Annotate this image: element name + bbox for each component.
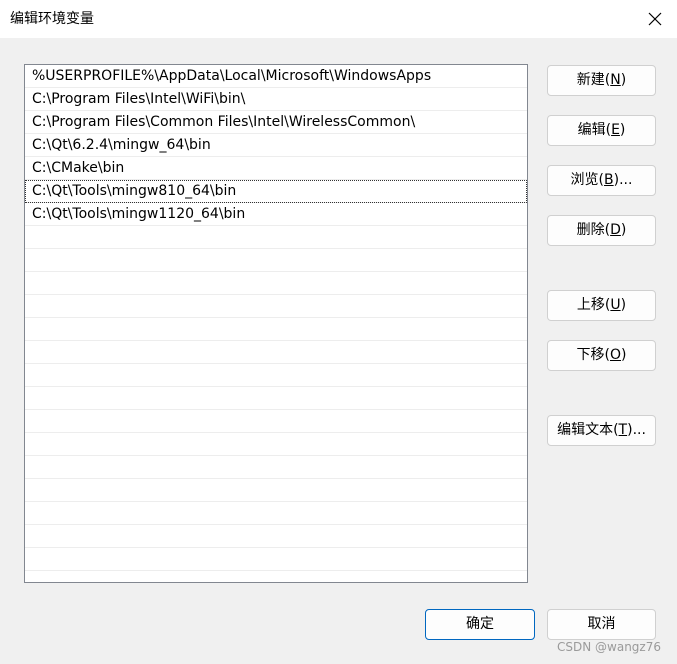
list-item[interactable]: C:\Qt\6.2.4\mingw_64\bin <box>25 134 527 157</box>
cancel-button[interactable]: 取消 <box>547 609 656 640</box>
list-item[interactable] <box>25 318 527 341</box>
list-item[interactable] <box>25 364 527 387</box>
list-item[interactable] <box>25 548 527 571</box>
list-item[interactable] <box>25 226 527 249</box>
list-item[interactable] <box>25 249 527 272</box>
watermark: CSDN @wangz76 <box>557 640 661 654</box>
new-button[interactable]: 新建(N) <box>547 65 656 96</box>
close-button[interactable] <box>639 4 671 34</box>
list-item[interactable]: C:\Program Files\Intel\WiFi\bin\ <box>25 88 527 111</box>
list-item[interactable] <box>25 456 527 479</box>
edit-button[interactable]: 编辑(E) <box>547 115 656 146</box>
list-item[interactable]: C:\CMake\bin <box>25 157 527 180</box>
close-icon <box>648 12 662 26</box>
list-item[interactable]: %USERPROFILE%\AppData\Local\Microsoft\Wi… <box>25 65 527 88</box>
list-item[interactable] <box>25 387 527 410</box>
list-item[interactable] <box>25 479 527 502</box>
move-down-button[interactable]: 下移(O) <box>547 340 656 371</box>
list-item[interactable] <box>25 341 527 364</box>
list-item[interactable] <box>25 502 527 525</box>
delete-button[interactable]: 删除(D) <box>547 215 656 246</box>
window-title: 编辑环境变量 <box>10 11 94 27</box>
list-item[interactable] <box>25 272 527 295</box>
list-item[interactable] <box>25 295 527 318</box>
list-item[interactable]: C:\Program Files\Common Files\Intel\Wire… <box>25 111 527 134</box>
list-item[interactable] <box>25 525 527 548</box>
path-list[interactable]: %USERPROFILE%\AppData\Local\Microsoft\Wi… <box>24 64 528 583</box>
ok-button[interactable]: 确定 <box>425 609 535 640</box>
title-bar: 编辑环境变量 <box>0 0 677 38</box>
browse-button[interactable]: 浏览(B)... <box>547 165 656 196</box>
list-item[interactable]: C:\Qt\Tools\mingw810_64\bin <box>25 180 527 203</box>
list-item[interactable] <box>25 410 527 433</box>
list-item[interactable]: C:\Qt\Tools\mingw1120_64\bin <box>25 203 527 226</box>
move-up-button[interactable]: 上移(U) <box>547 290 656 321</box>
edit-text-button[interactable]: 编辑文本(T)... <box>547 415 656 446</box>
list-item[interactable] <box>25 433 527 456</box>
